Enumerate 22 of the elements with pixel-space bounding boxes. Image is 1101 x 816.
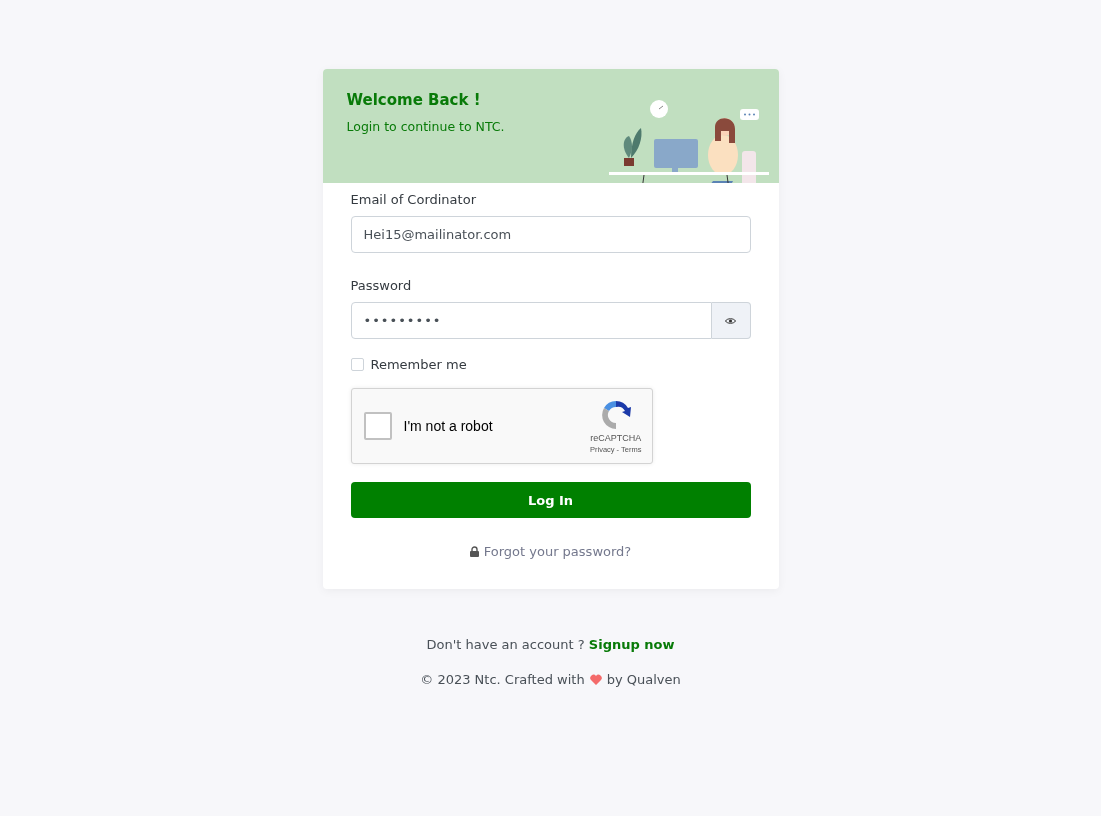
welcome-subtitle: Login to continue to NTC.: [346, 119, 505, 134]
copyright-text: © 2023 Ntc. Crafted with: [420, 672, 585, 687]
copyright-author: by Qualven: [606, 672, 681, 687]
login-button[interactable]: Log In: [350, 482, 751, 518]
recaptcha-logo-icon: [599, 398, 632, 431]
field-label: Password: [350, 278, 413, 293]
remember-label: Remember me: [370, 357, 467, 372]
forgot-password-link[interactable]: Forgot your password?: [483, 544, 632, 559]
captcha-checkbox[interactable]: [363, 412, 392, 440]
signup-prompt: Don't have an account ? Signup now: [426, 637, 675, 652]
heart-icon: [589, 674, 602, 685]
eye-icon: [725, 316, 736, 325]
signup-link[interactable]: Signup now: [588, 637, 675, 652]
recaptcha-brand: reCAPTCHA: [590, 432, 642, 443]
show-password-button[interactable]: [711, 302, 751, 339]
email-field[interactable]: Hei15@mailinator.com: [350, 216, 751, 253]
remember-checkbox[interactable]: [350, 358, 364, 371]
welcome-title: Welcome Back !: [346, 91, 482, 109]
lock-icon: [469, 546, 479, 557]
field-label: Email of Cordinator: [350, 192, 477, 207]
password-field[interactable]: •••••••••: [350, 302, 712, 339]
captcha-label: I'm not a robot: [403, 418, 494, 434]
